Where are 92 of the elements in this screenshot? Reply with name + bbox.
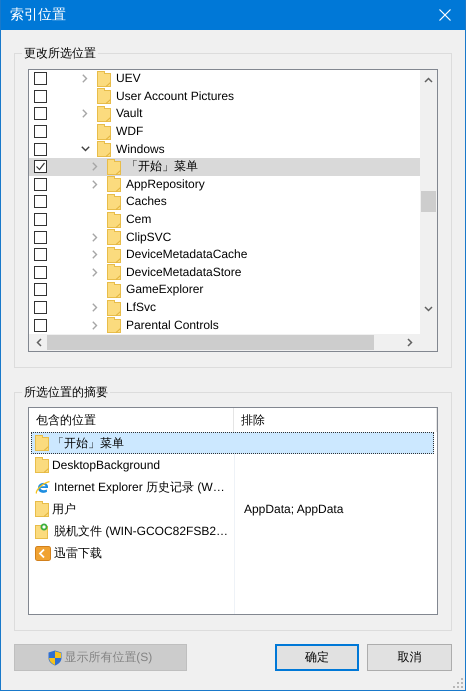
checkbox[interactable]: [34, 318, 47, 332]
location-name: DesktopBackground: [52, 458, 160, 472]
folder-icon: [97, 124, 111, 140]
folder-name: WDF: [116, 124, 144, 140]
tree-item[interactable]: 「开始」菜单: [29, 158, 420, 176]
folder-name: Cem: [126, 212, 152, 228]
tree-item[interactable]: Windows: [29, 140, 420, 158]
checkbox[interactable]: [34, 125, 47, 138]
location-name: Internet Explorer 历史记录 (W…: [54, 478, 225, 496]
tree-item[interactable]: Vault: [29, 105, 420, 123]
folder-icon: [107, 282, 121, 298]
size-grip-icon[interactable]: [453, 678, 463, 688]
chevron-down-icon[interactable]: [80, 146, 90, 152]
checkbox[interactable]: [34, 142, 47, 156]
location-name: 「开始」菜单: [52, 434, 124, 452]
folder-name: GameExplorer: [126, 282, 204, 298]
tree-item[interactable]: Cem: [29, 210, 420, 228]
shield-icon: [48, 650, 62, 666]
folder-icon: [97, 70, 111, 87]
tree-item[interactable]: LfSvc: [29, 298, 420, 316]
folder-name: Vault: [116, 106, 142, 122]
excluded-folders: AppData; AppData: [244, 502, 344, 516]
tree-item[interactable]: AppRepository: [29, 176, 420, 194]
tree-item[interactable]: ClipSVC: [29, 228, 420, 246]
tree-item[interactable]: DeviceMetadataCache: [29, 246, 420, 264]
list-row[interactable]: 迅雷下载: [31, 542, 434, 564]
checkbox[interactable]: [34, 283, 47, 296]
folder-name: LfSvc: [126, 300, 156, 316]
folder-icon: [107, 158, 121, 175]
folder-name: ClipSVC: [126, 230, 172, 245]
tree-item[interactable]: WDF: [29, 122, 420, 140]
folder-name: 「开始」菜单: [126, 159, 198, 174]
close-icon[interactable]: [439, 9, 451, 21]
checkbox[interactable]: [34, 72, 47, 86]
checkbox[interactable]: [34, 107, 47, 120]
scroll-thumb[interactable]: [421, 191, 436, 212]
list-row[interactable]: 脱机文件 (WIN-GCOC82FSB2…: [31, 520, 434, 542]
horizontal-scrollbar[interactable]: [29, 334, 437, 351]
checkbox[interactable]: [34, 230, 47, 244]
location-name: 脱机文件 (WIN-GCOC82FSB2…: [54, 522, 228, 540]
group-label: 所选位置的摘要: [22, 384, 110, 400]
folder-icon: [97, 88, 111, 104]
browser-icon: [35, 479, 51, 495]
checkbox[interactable]: [34, 213, 47, 226]
checkbox[interactable]: [34, 301, 47, 314]
tree-item[interactable]: GameExplorer: [29, 281, 420, 299]
checkbox[interactable]: [34, 195, 47, 208]
folder-icon: [107, 176, 121, 192]
folder-icon: [107, 300, 121, 316]
checkbox[interactable]: [34, 90, 47, 103]
folder-name: User Account Pictures: [116, 88, 234, 104]
list-row[interactable]: Internet Explorer 历史记录 (W…: [31, 476, 434, 498]
folder-icon: [35, 435, 49, 451]
folder-icon: [107, 264, 121, 280]
scroll-thumb[interactable]: [47, 335, 374, 350]
folder-name: UEV: [116, 71, 141, 86]
tree-item[interactable]: Caches: [29, 193, 420, 211]
folder-icon: [97, 106, 111, 122]
location-name: 迅雷下载: [54, 544, 102, 562]
tree-item[interactable]: User Account Pictures: [29, 88, 420, 106]
vertical-scrollbar[interactable]: [420, 70, 437, 334]
group-label: 更改所选位置: [22, 45, 98, 61]
location-name: 用户: [52, 500, 76, 518]
download-folder-icon: [35, 545, 51, 561]
folder-name: Windows: [116, 142, 165, 157]
folder-icon: [97, 141, 111, 158]
window-title: 索引位置: [10, 6, 67, 24]
folder-icon: [107, 194, 121, 210]
folder-name: DeviceMetadataCache: [126, 247, 248, 262]
folder-name: Caches: [126, 194, 167, 210]
folder-icon: [107, 317, 121, 334]
folder-name: Parental Controls: [126, 318, 219, 333]
dialog-button[interactable]: 确定: [274, 644, 360, 671]
folder-icon: [107, 246, 121, 263]
list-row[interactable]: 用户 AppData; AppData: [31, 498, 434, 520]
dialog-button[interactable]: 取消: [367, 644, 452, 671]
folder-name: AppRepository: [126, 176, 205, 192]
tree-item[interactable]: UEV: [29, 70, 420, 88]
tree-item[interactable]: Parental Controls: [29, 316, 420, 334]
checkbox[interactable]: [34, 248, 47, 262]
checkbox[interactable]: [34, 160, 47, 174]
checkbox[interactable]: [34, 178, 47, 191]
folder-icon: [107, 212, 121, 228]
synced-folder-icon: [35, 523, 51, 539]
list-row[interactable]: DesktopBackground: [31, 454, 434, 476]
folder-name: DeviceMetadataStore: [126, 264, 242, 280]
checkbox[interactable]: [34, 266, 47, 279]
folder-icon: [35, 501, 49, 517]
list-row[interactable]: 「开始」菜单: [31, 432, 434, 454]
folder-icon: [35, 457, 49, 473]
tree-item[interactable]: DeviceMetadataStore: [29, 264, 420, 282]
folder-icon: [107, 229, 121, 246]
